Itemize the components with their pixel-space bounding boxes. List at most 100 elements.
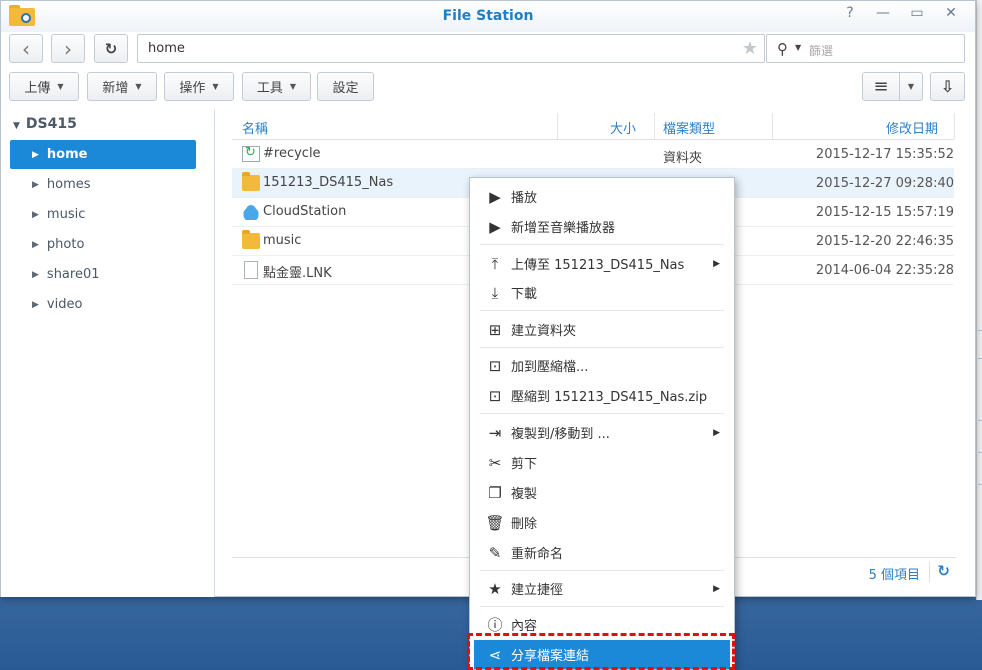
menu-item-share-file-link[interactable]: ⋖ 分享檔案連結 — [474, 640, 730, 669]
sidebar-item-home[interactable]: ▶ home — [10, 140, 196, 169]
help-icon[interactable]: ? — [839, 5, 861, 21]
menu-item-compress-to-zip[interactable]: ⊡ 壓縮到 151213_DS415_Nas.zip — [474, 381, 730, 410]
file-modified: 2015-12-20 22:46:35 — [815, 234, 954, 249]
action-button[interactable]: 操作 ▼ — [164, 72, 234, 101]
file-icon — [244, 261, 258, 279]
chevron-right-icon[interactable]: ▶ — [32, 150, 39, 160]
refresh-button[interactable]: ↻ — [94, 34, 128, 63]
settings-button[interactable]: 設定 — [317, 72, 374, 101]
sidebar-item-label: video — [46, 297, 83, 312]
sidebar-item-music[interactable]: ▶ music — [10, 200, 196, 229]
sidebar-item-homes[interactable]: ▶ homes — [10, 170, 196, 199]
chevron-down-icon: ▼ — [135, 82, 142, 91]
play-icon: ▶ — [489, 187, 501, 206]
menu-item-create-shortcut[interactable]: ★ 建立捷徑 ▶ — [474, 574, 730, 603]
pencil-icon: ✎ — [488, 543, 502, 562]
scissors-icon: ✂ — [488, 453, 502, 472]
background-window-edge — [976, 0, 982, 600]
tree-root-label: DS415 — [25, 116, 77, 132]
minimize-icon[interactable]: — — [872, 5, 894, 21]
column-header-modified[interactable]: 修改日期 — [886, 118, 938, 137]
column-header-type[interactable]: 檔案類型 — [663, 118, 715, 137]
menu-item-download[interactable]: ⤓ 下載 — [474, 278, 730, 307]
file-modified: 2014-06-04 22:35:28 — [815, 263, 954, 278]
window-title: File Station — [442, 8, 534, 24]
file-list-header: 名稱 大小 檔案類型 修改日期 — [232, 111, 955, 140]
menu-item-copy-move-to[interactable]: ⇥ 複製到/移動到 ... ▶ — [474, 418, 730, 447]
menu-item-delete[interactable]: 🗑 刪除 — [474, 508, 730, 537]
column-header-size[interactable]: 大小 — [610, 118, 636, 137]
menu-item-properties[interactable]: ⓘ 內容 — [474, 610, 730, 639]
sidebar-item-share01[interactable]: ▶ share01 — [10, 260, 196, 289]
view-options-chevron-icon[interactable]: ▼ — [899, 72, 923, 101]
close-icon[interactable]: ✕ — [940, 5, 962, 21]
sort-icon[interactable]: ⇩ — [930, 72, 965, 101]
download-icon: ⤓ — [491, 283, 499, 302]
menu-item-copy[interactable]: ❐ 複製 — [474, 478, 730, 507]
upload-button[interactable]: 上傳 ▼ — [9, 72, 79, 101]
info-icon: ⓘ — [487, 616, 503, 634]
chevron-down-icon: ▼ — [57, 82, 64, 91]
sidebar-item-video[interactable]: ▶ video — [10, 290, 196, 319]
search-options-chevron-icon[interactable]: ▼ — [795, 43, 801, 52]
back-button[interactable]: ‹ — [9, 34, 43, 63]
tools-button-label: 工具 — [256, 81, 283, 96]
path-text: home — [148, 41, 185, 56]
sidebar-item-label: share01 — [46, 267, 100, 282]
refresh-icon[interactable]: ↻ — [937, 562, 950, 580]
chevron-right-icon[interactable]: ▶ — [32, 180, 39, 190]
favorite-star-icon[interactable]: ★ — [742, 38, 758, 59]
menu-item-label: 播放 — [511, 191, 538, 206]
forward-button[interactable]: › — [51, 34, 85, 63]
menu-item-rename[interactable]: ✎ 重新命名 — [474, 538, 730, 567]
file-modified: 2015-12-17 15:35:52 — [815, 147, 954, 162]
cloud-folder-icon — [242, 204, 260, 220]
create-button[interactable]: 新增 ▼ — [87, 72, 157, 101]
menu-item-cut[interactable]: ✂ 剪下 — [474, 448, 730, 477]
context-menu: ▶ 播放 ▶ 新增至音樂播放器 ⤒ 上傳至 151213_DS415_Nas ▶ ⤓ 下載… — [469, 177, 735, 670]
sidebar-item-label: homes — [46, 177, 91, 192]
action-toolbar: 上傳 ▼ 新增 ▼ 操作 ▼ 工具 ▼ 設定 ≡ ▼ ⇩ — [9, 72, 965, 102]
sidebar-item-label: music — [46, 207, 86, 222]
trash-icon: 🗑 — [485, 513, 505, 532]
menu-item-label: 上傳至 151213_DS415_Nas — [511, 258, 685, 273]
list-view-icon[interactable]: ≡ — [862, 72, 900, 101]
maximize-icon[interactable]: ▭ — [906, 5, 928, 21]
title-bar: File Station ? — ▭ ✕ — [1, 1, 975, 32]
upload-button-label: 上傳 — [24, 81, 51, 96]
menu-item-upload-to[interactable]: ⤒ 上傳至 151213_DS415_Nas ▶ — [474, 249, 730, 278]
path-bar[interactable]: home ★ — [137, 34, 765, 63]
menu-item-play[interactable]: ▶ 播放 — [474, 182, 730, 211]
menu-item-label: 分享檔案連結 — [511, 649, 590, 664]
chevron-right-icon[interactable]: ▶ — [32, 300, 39, 310]
menu-item-add-to-archive[interactable]: ⊡ 加到壓縮檔... — [474, 351, 730, 380]
chevron-down-icon: ▼ — [289, 82, 297, 91]
new-folder-icon: ⊞ — [488, 320, 502, 339]
play-icon: ▶ — [489, 217, 501, 236]
table-row[interactable]: #recycle 資料夾 2015-12-17 15:35:52 — [232, 140, 954, 169]
chevron-down-icon: ▼ — [13, 121, 20, 131]
menu-item-label: 內容 — [511, 619, 538, 634]
menu-item-create-folder[interactable]: ⊞ 建立資料夾 — [474, 315, 730, 344]
search-input[interactable]: ⚲ ▼ 篩選 — [766, 34, 965, 63]
tree-root[interactable]: ▼ DS415 — [13, 116, 77, 132]
menu-item-label: 建立捷徑 — [511, 583, 564, 598]
column-header-name[interactable]: 名稱 — [242, 118, 268, 137]
folder-icon — [242, 172, 260, 191]
menu-item-label: 重新命名 — [511, 547, 564, 562]
file-name: 點金靈.LNK — [263, 266, 332, 281]
menu-item-add-to-music-player[interactable]: ▶ 新增至音樂播放器 — [474, 212, 730, 241]
chevron-down-icon: ▼ — [212, 82, 219, 91]
menu-item-label: 下載 — [511, 287, 538, 302]
menu-item-label: 壓縮到 151213_DS415_Nas.zip — [511, 390, 708, 405]
chevron-right-icon[interactable]: ▶ — [32, 270, 39, 280]
tools-button[interactable]: 工具 ▼ — [242, 72, 311, 101]
chevron-right-icon[interactable]: ▶ — [32, 240, 39, 250]
folder-tree: ▼ DS415 ▶ home ▶ homes ▶ music ▶ photo ▶ share… — [1, 109, 215, 597]
search-icon[interactable]: ⚲ — [777, 40, 788, 58]
folder-icon — [242, 230, 260, 249]
sidebar-item-photo[interactable]: ▶ photo — [10, 230, 196, 259]
sidebar-item-label: photo — [46, 237, 85, 252]
chevron-right-icon[interactable]: ▶ — [32, 210, 39, 220]
search-placeholder: 篩選 — [809, 44, 834, 58]
